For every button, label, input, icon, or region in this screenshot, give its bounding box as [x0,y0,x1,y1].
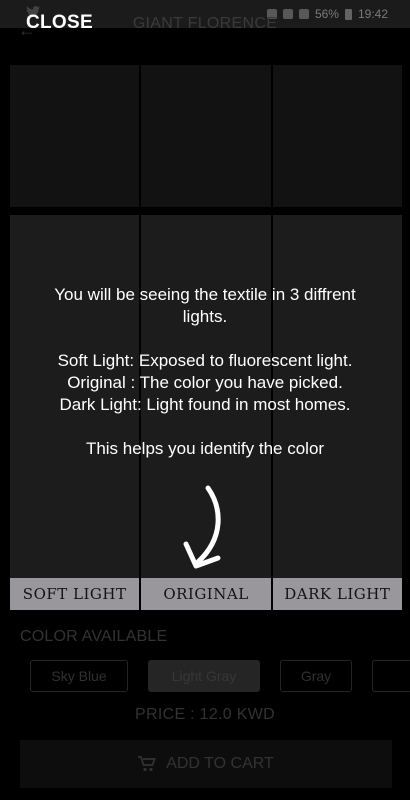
help-overlay[interactable]: CLOSE You will be seeing the textile in … [0,0,410,800]
help-text: You will be seeing the textile in 3 diff… [0,284,410,460]
curved-down-arrow-icon [183,485,221,569]
help-line: Dark Light: Light found in most homes. [59,395,351,414]
close-button[interactable]: CLOSE [26,12,93,34]
help-line: Soft Light: Exposed to fluorescent light… [57,351,353,370]
help-line: This helps you identify the color [85,439,325,458]
help-line: lights. [182,307,228,326]
help-line: Original : The color you have picked. [67,373,343,392]
help-line: You will be seeing the textile in 3 diff… [54,285,356,304]
